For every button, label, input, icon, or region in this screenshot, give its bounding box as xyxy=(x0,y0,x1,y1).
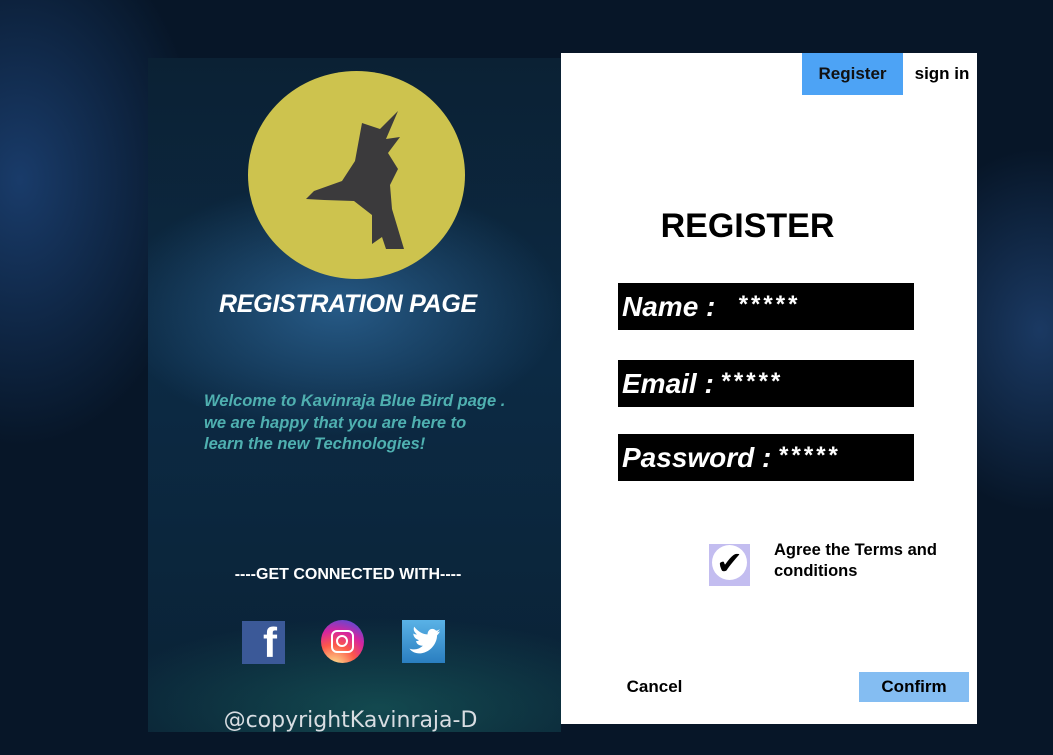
twitter-icon[interactable] xyxy=(402,620,445,663)
name-field[interactable]: Name : ***** xyxy=(618,283,914,330)
cancel-button[interactable]: Cancel xyxy=(612,672,697,702)
tab-signin[interactable]: sign in xyxy=(906,53,978,95)
confirm-button[interactable]: Confirm xyxy=(859,672,969,702)
email-value: ***** xyxy=(721,368,784,395)
bird-logo xyxy=(248,71,465,279)
instagram-icon[interactable] xyxy=(321,620,364,663)
password-field[interactable]: Password : ***** xyxy=(618,434,914,481)
facebook-icon[interactable]: f xyxy=(242,619,285,666)
terms-checkbox[interactable]: ✔ xyxy=(709,544,750,586)
tab-register[interactable]: Register xyxy=(802,53,903,95)
form-title: REGISTER xyxy=(660,207,835,245)
name-label: Name : xyxy=(622,291,716,322)
welcome-message: Welcome to Kavinraja Blue Bird page . we… xyxy=(204,391,544,456)
email-label: Email : xyxy=(622,368,714,399)
password-label: Password : xyxy=(622,442,772,473)
terms-label: Agree the Terms and conditions xyxy=(774,541,937,580)
name-value: ***** xyxy=(738,291,801,318)
welcome-line: we are happy that you are here to xyxy=(204,413,467,432)
welcome-line: learn the new Technologies! xyxy=(204,435,426,453)
bird-icon xyxy=(306,111,404,249)
email-field[interactable]: Email : ***** xyxy=(618,360,914,407)
checkmark-icon: ✔ xyxy=(712,544,747,582)
welcome-line: Welcome to Kavinraja Blue Bird page . xyxy=(204,392,506,410)
password-value: ***** xyxy=(779,442,841,469)
copyright-text: @copyrightKavinraja-D xyxy=(223,708,478,733)
connect-heading: ----GET CONNECTED WITH---- xyxy=(234,566,462,583)
page-title: REGISTRATION PAGE xyxy=(219,290,477,318)
